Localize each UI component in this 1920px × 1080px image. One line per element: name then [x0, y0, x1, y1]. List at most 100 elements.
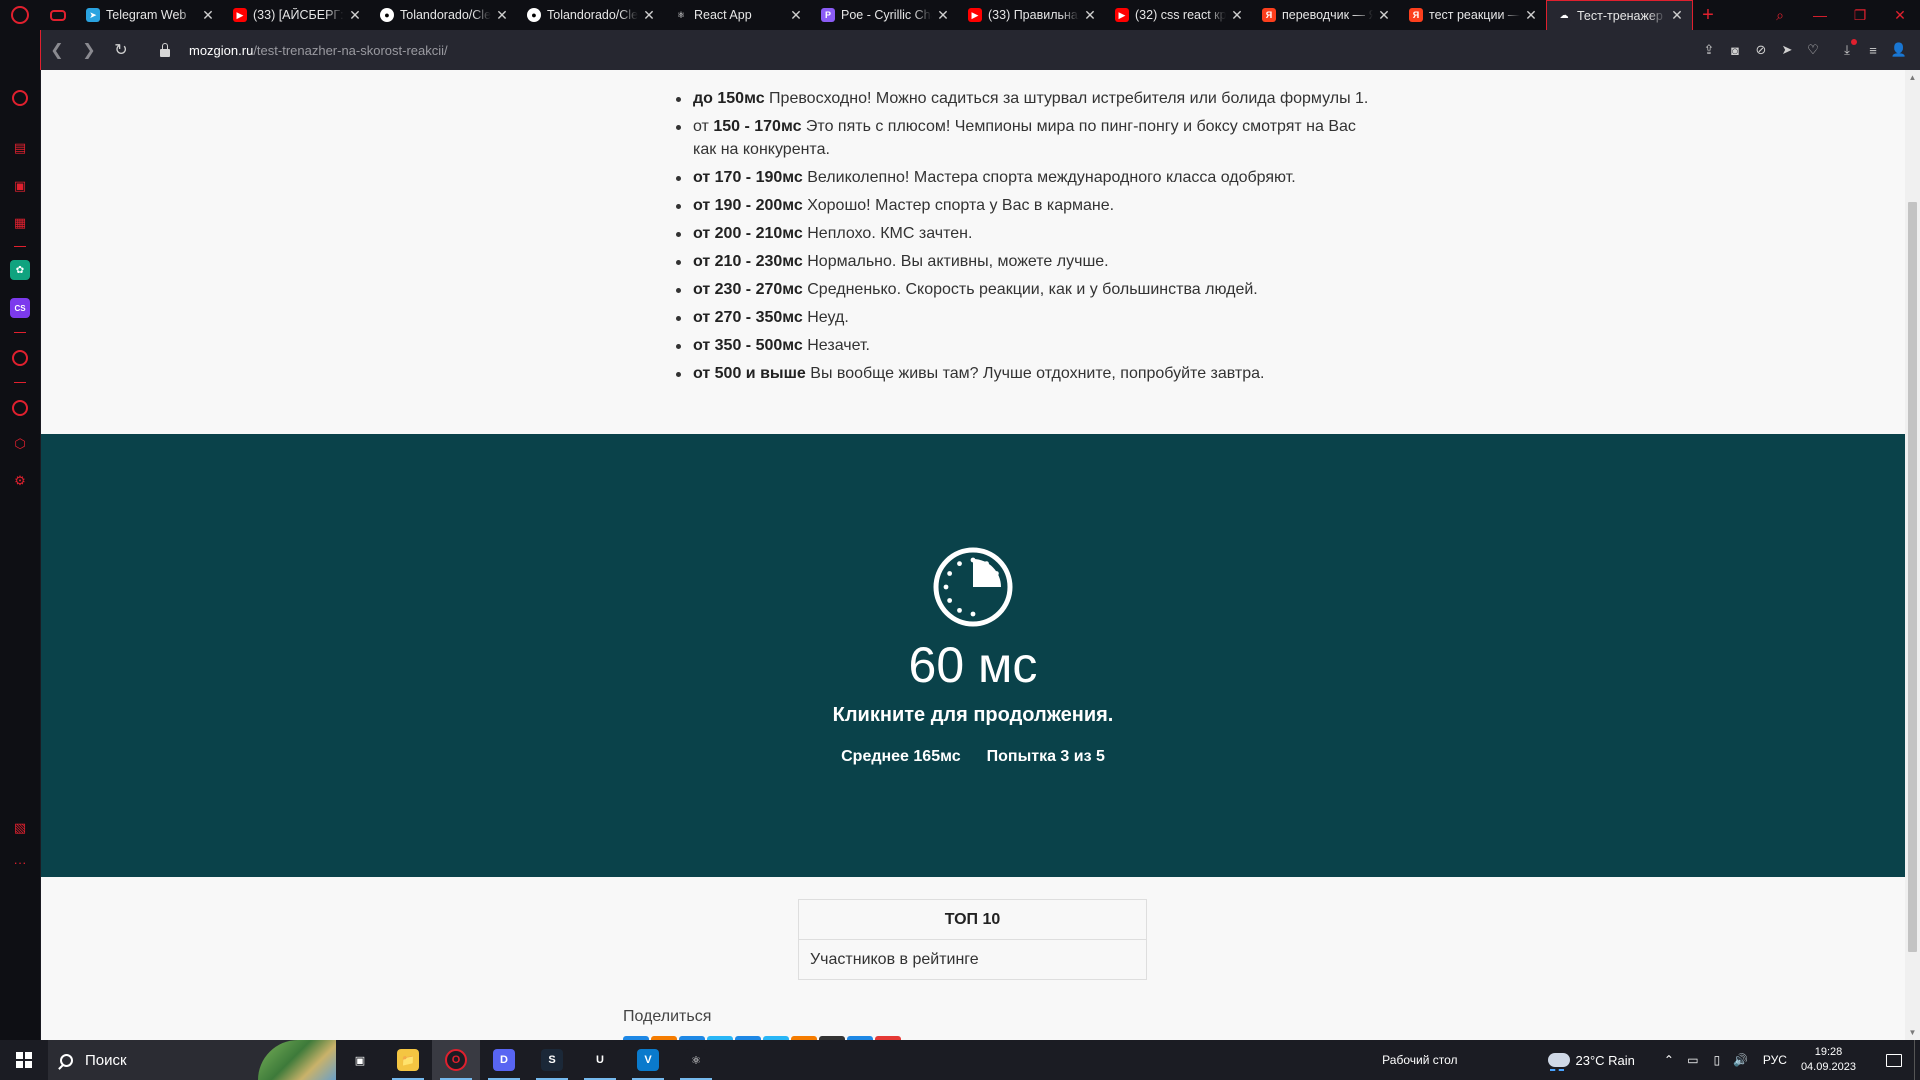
url-path: /test-trenazher-na-skorost-reakcii/	[253, 42, 448, 58]
tab[interactable]: P Poe - Cyrillic Cha ✕	[811, 0, 958, 30]
tab-active[interactable]: ☁ Тест-тренажер н ✕	[1546, 0, 1693, 30]
tab-favicon-icon: P	[821, 8, 835, 22]
result-item: от 350 - 500мс Незачет.	[671, 335, 1371, 358]
tab-close-icon[interactable]: ✕	[1377, 7, 1391, 24]
url-field[interactable]: mozgion.ru/test-trenazher-na-skorost-rea…	[189, 43, 448, 58]
sidebar-divider	[14, 382, 26, 383]
page-scrollbar[interactable]: ▲ ▼	[1905, 70, 1920, 1040]
tab-close-icon[interactable]: ✕	[1524, 7, 1538, 24]
restore-icon[interactable]: ❐	[1840, 0, 1880, 30]
gx-corner-icon[interactable]: ▤	[10, 138, 30, 158]
send-icon[interactable]: ➤	[1774, 37, 1800, 63]
result-description: Незачет.	[807, 336, 870, 354]
snapshot-icon[interactable]: ◙	[1722, 37, 1748, 63]
stopwatch-tick	[947, 598, 953, 603]
downloads-icon[interactable]: ⤓	[1834, 37, 1860, 63]
tab-search-icon[interactable]: ⌕	[1760, 0, 1800, 30]
tab[interactable]: ▶ (33) Правильная ✕	[958, 0, 1105, 30]
speed-dial-icon[interactable]	[12, 90, 28, 106]
weather-widget[interactable]: 23°C Rain	[1547, 1052, 1635, 1071]
music-player-icon[interactable]	[12, 350, 28, 366]
taskbar-app-discord[interactable]: D	[480, 1040, 528, 1080]
result-range: от 190 - 200мс	[693, 196, 803, 214]
share-page-icon[interactable]: ⇪	[1696, 37, 1722, 63]
tab[interactable]: ➤ Telegram Web ✕	[76, 0, 223, 30]
tab-favicon-icon: Я	[1262, 8, 1276, 22]
history-icon[interactable]	[12, 400, 28, 416]
sidebar-divider	[14, 246, 26, 247]
tab-title: Telegram Web	[106, 8, 187, 22]
lock-icon[interactable]	[153, 42, 177, 57]
meet-now-icon[interactable]: ▭	[1681, 1053, 1705, 1067]
tab[interactable]: ⚛ React App ✕	[664, 0, 811, 30]
result-range: от 230 - 270мс	[693, 280, 803, 298]
chatgpt-icon[interactable]: ✿	[10, 260, 30, 280]
reload-icon[interactable]: ↻	[105, 34, 137, 66]
tab[interactable]: ● Tolandorado/Clev ✕	[370, 0, 517, 30]
easy-setup-icon[interactable]: ≡	[1860, 37, 1886, 63]
tab-close-icon[interactable]: ✕	[1670, 7, 1684, 24]
average-time: Среднее 165мс	[841, 748, 961, 765]
taskbar-search[interactable]: Поиск	[48, 1040, 336, 1080]
input-language[interactable]: РУС	[1763, 1053, 1787, 1067]
reaction-test-panel[interactable]: 60 мс Кликните для продолжения. Среднее …	[41, 434, 1905, 877]
top10-title: ТОП 10	[799, 900, 1146, 940]
gx-control-icon[interactable]	[40, 0, 76, 30]
taskbar-app-ubisoft[interactable]: U	[576, 1040, 624, 1080]
bookmark-heart-icon[interactable]: ♡	[1800, 37, 1826, 63]
tab-close-icon[interactable]: ✕	[1083, 7, 1097, 24]
tab[interactable]: ▶ (32) css react кра ✕	[1105, 0, 1252, 30]
tab-close-icon[interactable]: ✕	[201, 7, 215, 24]
more-options-icon[interactable]: ···	[10, 852, 30, 872]
twitch-icon[interactable]: ▣	[10, 176, 30, 196]
top10-participants-link[interactable]: Участников в рейтинге	[799, 940, 1146, 980]
profile-icon[interactable]: 👤	[1886, 37, 1912, 63]
tab-close-icon[interactable]: ✕	[642, 7, 656, 24]
result-range: 150 - 170мс	[713, 118, 802, 135]
share-label: Поделиться	[623, 1008, 712, 1025]
taskbar-app-vscode[interactable]: V	[624, 1040, 672, 1080]
clock[interactable]: 19:28 04.09.2023	[1801, 1045, 1856, 1075]
result-range: от 200 - 210мс	[693, 224, 803, 242]
taskbar-app-file-explorer[interactable]: 📁	[384, 1040, 432, 1080]
notifications-icon[interactable]	[1874, 1053, 1914, 1067]
tab-close-icon[interactable]: ✕	[1230, 7, 1244, 24]
taskbar-app-task-view[interactable]: ▣	[336, 1040, 384, 1080]
extensions-cube-icon[interactable]: ⬡	[10, 434, 30, 454]
scroll-up-icon[interactable]: ▲	[1908, 73, 1917, 82]
forward-icon[interactable]: ❯	[73, 34, 105, 66]
player-icon[interactable]: ▦	[10, 213, 30, 233]
tab-close-icon[interactable]: ✕	[936, 7, 950, 24]
adblock-icon[interactable]: ⊘	[1748, 37, 1774, 63]
back-icon[interactable]: ❮	[41, 34, 73, 66]
tab[interactable]: ▶ (33) [АЙСБЕРГ: Б ✕	[223, 0, 370, 30]
tab-favicon-icon: ●	[380, 8, 394, 22]
desktop-toolbar-label[interactable]: Рабочий стол	[1382, 1053, 1457, 1067]
url-host: mozgion.ru	[189, 42, 254, 58]
windows-logo-icon	[16, 1052, 32, 1068]
taskbar-app-steam[interactable]: S	[528, 1040, 576, 1080]
tab-close-icon[interactable]: ✕	[495, 7, 509, 24]
weather-text: 23°C Rain	[1575, 1052, 1635, 1068]
tab-close-icon[interactable]: ✕	[789, 7, 803, 24]
taskbar-app-react-devtools[interactable]: ⚛	[672, 1040, 720, 1080]
tab[interactable]: Япереводчик — Я ✕	[1252, 0, 1399, 30]
scroll-down-icon[interactable]: ▼	[1908, 1028, 1917, 1037]
show-desktop-button[interactable]	[1914, 1040, 1920, 1080]
tab-close-icon[interactable]: ✕	[348, 7, 362, 24]
tray-overflow-icon[interactable]: ⌃	[1657, 1053, 1681, 1067]
scrollbar-thumb[interactable]	[1908, 202, 1917, 952]
wallpaper-icon[interactable]: ▧	[10, 818, 30, 838]
tab[interactable]: ● Tolandorado/Clev ✕	[517, 0, 664, 30]
new-tab-button[interactable]: +	[1693, 0, 1723, 30]
network-icon[interactable]: ▯	[1705, 1053, 1729, 1067]
opera-menu-icon[interactable]	[0, 0, 40, 30]
css-extension-icon[interactable]: CS	[10, 298, 30, 318]
volume-icon[interactable]: 🔊	[1729, 1053, 1753, 1067]
tab[interactable]: Ятест реакции — ✕	[1399, 0, 1546, 30]
taskbar-app-opera-gx[interactable]: O	[432, 1040, 480, 1080]
close-window-icon[interactable]: ✕	[1880, 0, 1920, 30]
settings-gear-icon[interactable]: ⚙	[10, 471, 30, 491]
start-button[interactable]	[0, 1040, 48, 1080]
minimize-icon[interactable]: —	[1800, 0, 1840, 30]
